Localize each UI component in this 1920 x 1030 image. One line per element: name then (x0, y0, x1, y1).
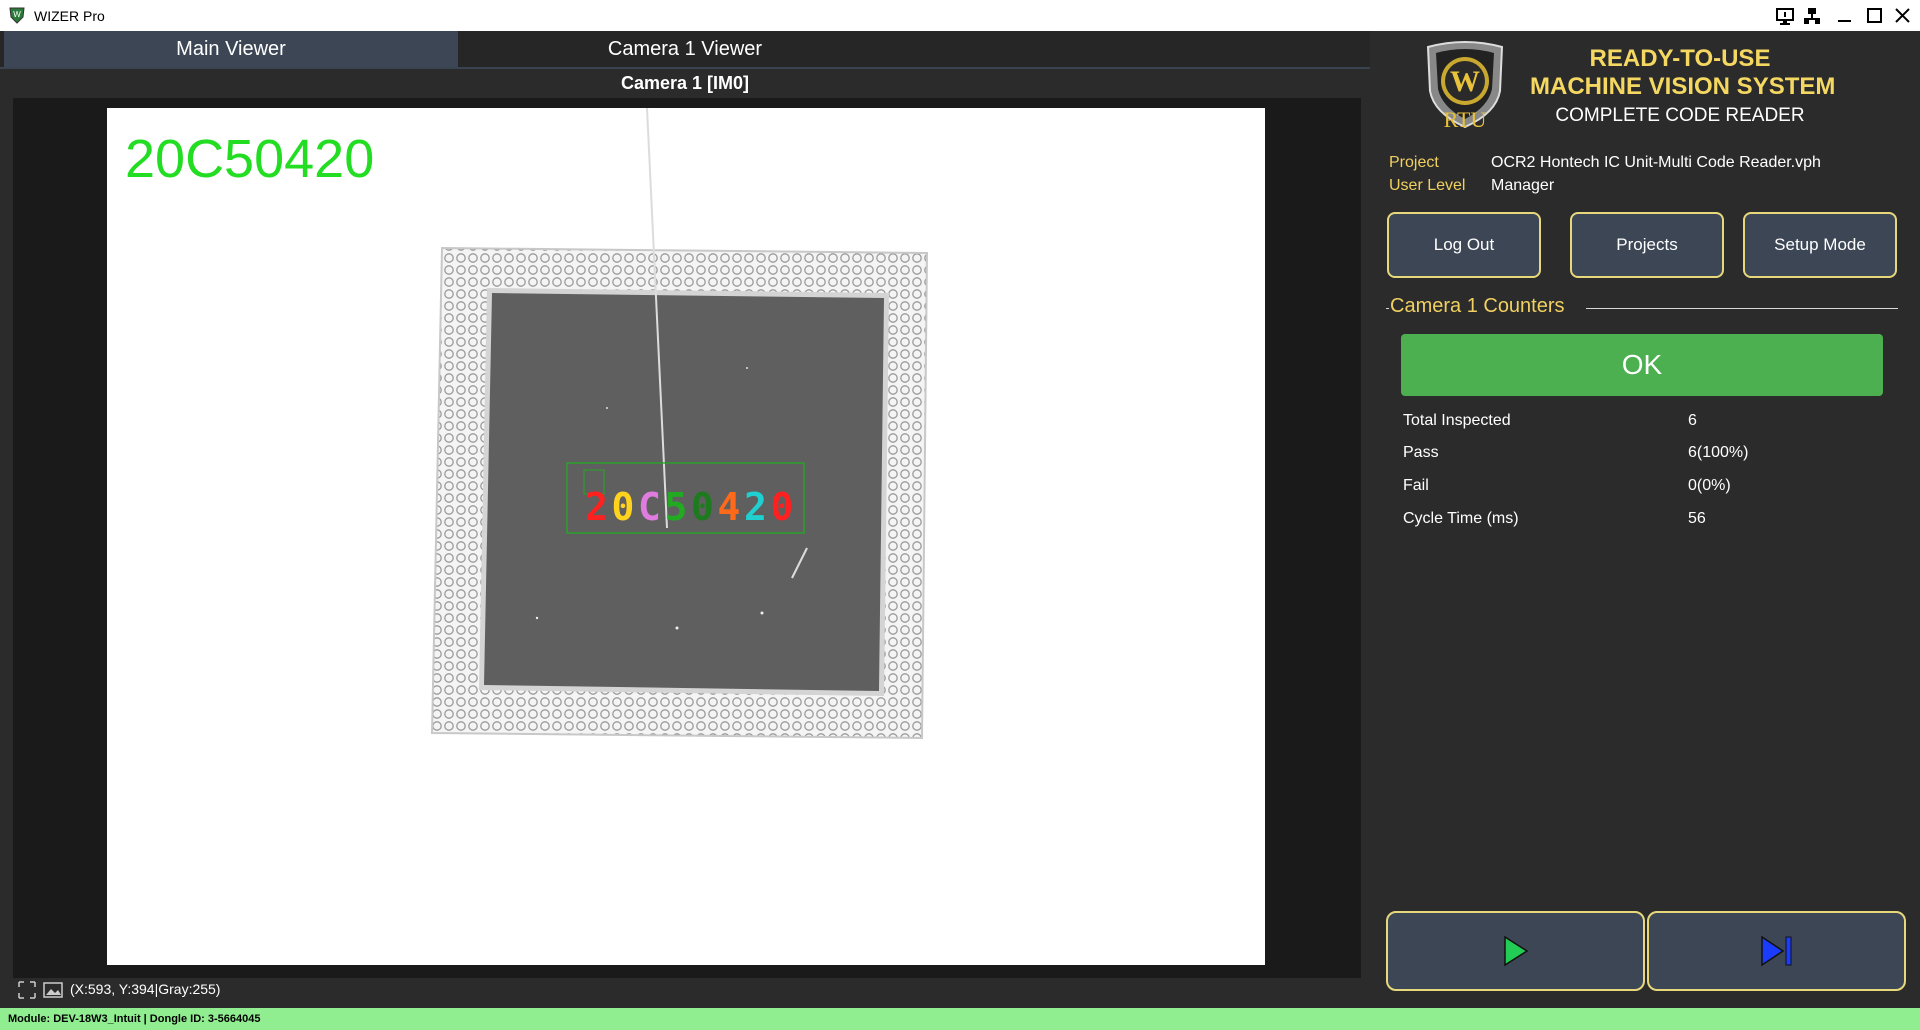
pass-value: 6(100%) (1688, 444, 1749, 461)
brand-title-line2: MACHINE VISION SYSTEM (1530, 73, 1836, 100)
inspection-status-banner: OK (1401, 334, 1883, 396)
svg-text:W: W (1450, 65, 1480, 98)
ocr-char: C (638, 485, 661, 529)
pass-label: Pass (1403, 444, 1439, 461)
control-panel: W RTU READY-TO-USE MACHINE VISION SYSTEM… (1370, 31, 1920, 1006)
ic-unit-image: 20C50420 (430, 108, 929, 740)
title-bar: W WIZER Pro (0, 0, 1920, 32)
projects-button[interactable]: Projects (1570, 212, 1724, 278)
project-label: Project (1389, 154, 1439, 171)
tab-divider (0, 67, 1370, 69)
status-bar: Module: DEV-18W3_Intuit | Dongle ID: 3-5… (0, 1008, 1920, 1030)
image-icon[interactable] (43, 982, 63, 998)
counters-divider-left (1386, 308, 1389, 309)
cycle-time-value: 56 (1688, 510, 1706, 527)
tab-main-viewer[interactable]: Main Viewer (4, 31, 458, 68)
cycle-time-label: Cycle Time (ms) (1403, 510, 1519, 527)
app-shield-icon: W (9, 7, 25, 24)
total-inspected-value: 6 (1688, 412, 1697, 429)
camera-caption: Camera 1 [IM0] (620, 73, 750, 93)
pixel-readout: (X:593, Y:394|Gray:255) (70, 981, 221, 997)
viewer-status-icons (18, 981, 64, 999)
counters-divider (1586, 308, 1898, 309)
module-dongle-info: Module: DEV-18W3_Intuit | Dongle ID: 3-5… (8, 1013, 261, 1025)
svg-text:W: W (13, 10, 21, 19)
fit-view-icon[interactable] (18, 981, 36, 999)
user-level-value: Manager (1491, 177, 1555, 194)
svg-text:RTU: RTU (1444, 107, 1487, 129)
monitor-icon[interactable] (1770, 3, 1800, 29)
step-forward-icon (1760, 935, 1791, 967)
user-level-label: User Level (1389, 177, 1466, 194)
ocr-char: 0 (691, 485, 714, 529)
ocr-char: 2 (744, 485, 767, 529)
play-icon (1503, 935, 1528, 967)
ocr-result-text: 20C50420 (125, 129, 375, 189)
counters-title: Camera 1 Counters (1390, 295, 1565, 317)
ocr-char: 5 (665, 485, 688, 529)
setup-mode-button[interactable]: Setup Mode (1743, 212, 1897, 278)
ocr-char: 0 (771, 485, 794, 529)
close-icon[interactable] (1888, 3, 1918, 29)
network-icon[interactable] (1797, 3, 1827, 29)
run-button[interactable] (1386, 911, 1645, 991)
tab-camera-1-viewer[interactable]: Camera 1 Viewer (458, 31, 912, 68)
maximize-icon[interactable] (1860, 3, 1890, 29)
ocr-char: 2 (585, 485, 608, 529)
viewer-tabs: Main Viewer Camera 1 Viewer (0, 31, 1370, 68)
brand-subtitle: COMPLETE CODE READER (1555, 105, 1805, 126)
window-title: WIZER Pro (34, 8, 105, 24)
fail-value: 0(0%) (1688, 477, 1731, 494)
brand-title-line1: READY-TO-USE (1589, 45, 1771, 72)
total-inspected-label: Total Inspected (1403, 412, 1511, 429)
minimize-icon[interactable] (1830, 3, 1860, 29)
ic-package (430, 108, 929, 740)
fail-label: Fail (1403, 477, 1429, 494)
rtu-logo: W RTU (1426, 41, 1504, 129)
step-button[interactable] (1647, 911, 1906, 991)
project-value: OCR2 Hontech IC Unit-Multi Code Reader.v… (1491, 154, 1821, 171)
camera-image[interactable]: 20C50420 20C50420 (107, 108, 1265, 965)
ocr-char: 4 (718, 485, 741, 529)
ocr-char: 0 (612, 485, 635, 529)
log-out-button[interactable]: Log Out (1387, 212, 1541, 278)
